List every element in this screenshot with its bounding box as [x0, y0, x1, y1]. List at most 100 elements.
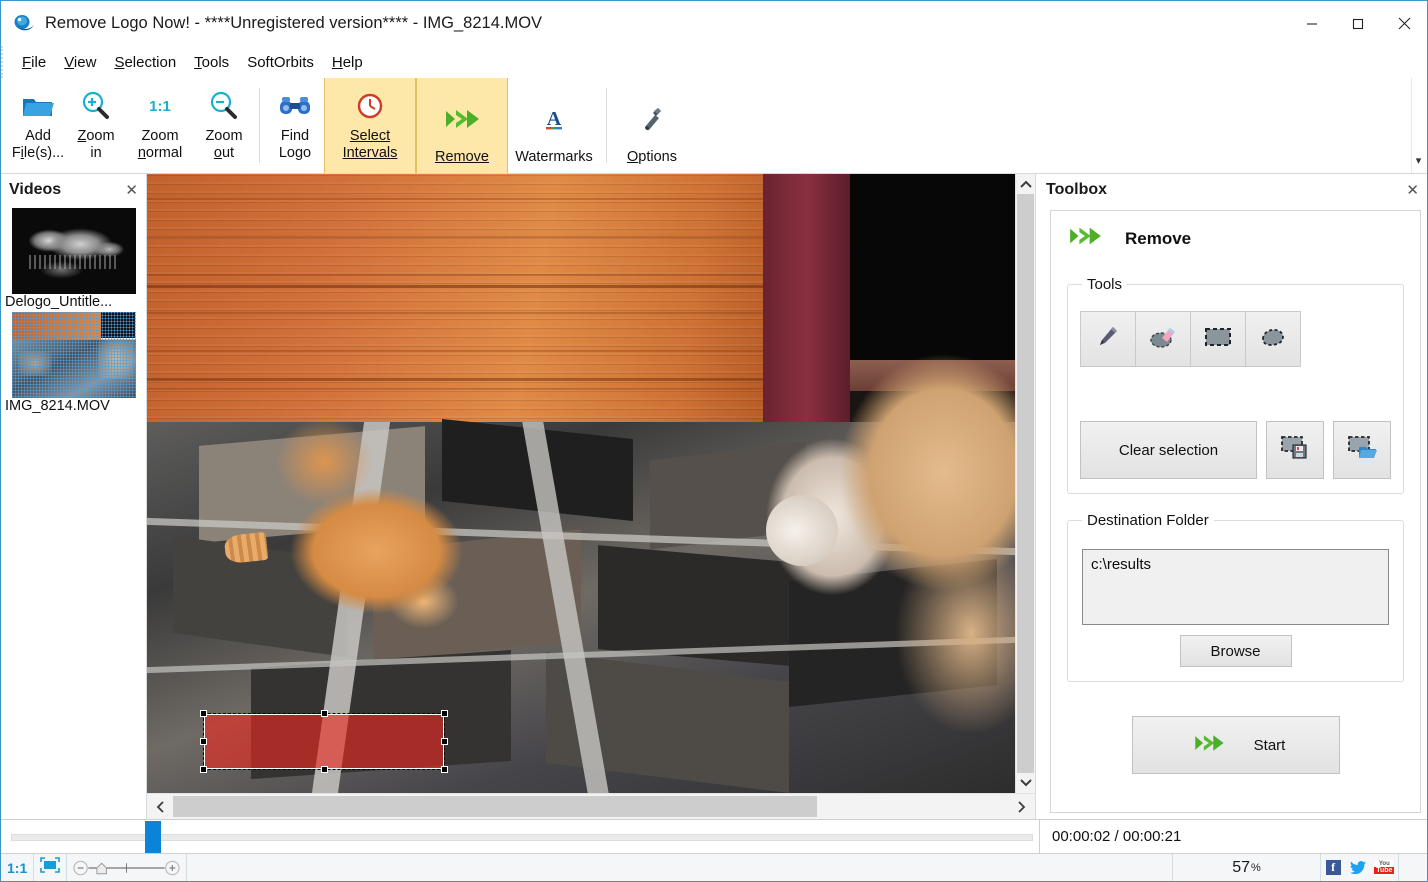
- tools-group-label: Tools: [1082, 276, 1127, 293]
- start-button-wrap: Start: [1067, 716, 1404, 774]
- vertical-scrollbar[interactable]: [1015, 174, 1035, 793]
- start-button-label: Start: [1254, 737, 1286, 754]
- zoom-normal-button[interactable]: 1:1 Zoomnormal: [125, 78, 195, 173]
- scroll-left-icon[interactable]: [147, 794, 173, 819]
- zoom-slider[interactable]: [67, 854, 187, 881]
- green-arrow-icon: [1067, 223, 1103, 254]
- zoom-percent-unit: %: [1251, 862, 1261, 874]
- remove-button[interactable]: Remove: [416, 78, 508, 173]
- select-intervals-button[interactable]: SelectIntervals: [324, 78, 416, 173]
- rectangle-select-tool-button[interactable]: [1190, 311, 1246, 367]
- zoom-percent-value: 57: [1232, 859, 1250, 877]
- find-logo-button[interactable]: FindLogo: [266, 78, 324, 173]
- twitter-icon[interactable]: [1350, 861, 1366, 875]
- horizontal-scroll-thumb[interactable]: [173, 796, 817, 817]
- minimize-button[interactable]: [1289, 1, 1335, 46]
- vertical-scroll-track[interactable]: [1016, 194, 1035, 773]
- main-toolbar: AddFile(s)... Zoomin 1:1 Zoomnormal: [1, 78, 1427, 174]
- timeline-bar: 00:00:02 / 00:00:21: [1, 819, 1427, 853]
- options-button[interactable]: Options: [613, 78, 691, 173]
- watermarks-label: Watermarks: [515, 149, 593, 166]
- horizontal-scroll-track[interactable]: [173, 794, 1009, 819]
- close-button[interactable]: [1381, 1, 1427, 46]
- title-bar: Remove Logo Now! - ****Unregistered vers…: [1, 1, 1427, 46]
- load-selection-button[interactable]: [1333, 421, 1391, 479]
- image-canvas[interactable]: [147, 174, 1015, 793]
- window-title: Remove Logo Now! - ****Unregistered vers…: [45, 14, 542, 33]
- timeline-track[interactable]: [11, 834, 1033, 841]
- videos-panel-close-icon[interactable]: ✕: [125, 181, 138, 199]
- toolbox-close-icon[interactable]: ✕: [1406, 181, 1419, 199]
- menu-file[interactable]: FFileile: [13, 51, 55, 74]
- zoom-in-label: Zoomin: [77, 128, 114, 162]
- toolbar-separator-2: [606, 88, 607, 163]
- videos-panel-title: Videos: [9, 181, 61, 199]
- toolbox-header: Toolbox ✕: [1036, 174, 1427, 206]
- video-thumbnail: [12, 312, 136, 398]
- browse-button[interactable]: Browse: [1180, 635, 1292, 667]
- green-arrow-icon: [1192, 731, 1226, 759]
- fit-to-window-icon: [40, 857, 60, 878]
- selection-rectangle[interactable]: [204, 714, 444, 770]
- start-button[interactable]: Start: [1132, 716, 1340, 774]
- window-controls: [1289, 1, 1427, 46]
- videos-panel: Videos ✕ Delogo_Untitle...: [1, 174, 147, 819]
- svg-text:A: A: [547, 108, 562, 130]
- youtube-icon[interactable]: YouTube: [1375, 860, 1393, 875]
- menu-help[interactable]: Help: [323, 51, 372, 74]
- list-item[interactable]: IMG_8214.MOV: [1, 312, 146, 414]
- marker-tool-button[interactable]: [1080, 311, 1136, 367]
- status-bar: 1:1 57%: [1, 853, 1427, 881]
- options-label: Options: [627, 149, 677, 166]
- add-files-button[interactable]: AddFile(s)...: [9, 78, 67, 173]
- app-logo-icon: [13, 13, 35, 35]
- fit-to-window-button[interactable]: [34, 854, 67, 881]
- clear-selection-button[interactable]: Clear selection: [1080, 421, 1257, 479]
- video-viewer: [147, 174, 1035, 819]
- timeline-handle[interactable]: [145, 821, 161, 853]
- videos-list: Delogo_Untitle... IMG_8214.MOV: [1, 206, 146, 819]
- save-selection-button[interactable]: [1266, 421, 1324, 479]
- save-selection-icon: [1280, 435, 1310, 465]
- add-files-label: AddFile(s)...: [12, 128, 64, 162]
- menu-softorbits[interactable]: SoftOrbits: [238, 51, 323, 74]
- toolbox-panel: Toolbox ✕ Remove Tools: [1035, 174, 1427, 819]
- horizontal-scrollbar[interactable]: [147, 793, 1035, 819]
- status-message-area: [187, 854, 1173, 881]
- video-thumbnail: [12, 208, 136, 294]
- destination-folder-group: Destination Folder c:\results Browse: [1067, 512, 1404, 682]
- scroll-up-icon[interactable]: [1016, 174, 1035, 194]
- open-folder-icon: [21, 86, 55, 126]
- facebook-icon[interactable]: f: [1326, 860, 1341, 875]
- timeline-slider[interactable]: [1, 820, 1039, 854]
- toolbox-mode-header: Remove: [1067, 223, 1404, 254]
- list-item[interactable]: Delogo_Untitle...: [1, 208, 146, 310]
- zoom-in-button[interactable]: Zoomin: [67, 78, 125, 173]
- video-name: IMG_8214.MOV: [1, 398, 146, 414]
- toolbox-title: Toolbox: [1046, 181, 1107, 199]
- vertical-scroll-thumb[interactable]: [1017, 194, 1034, 773]
- zoom-normal-icon: 1:1: [149, 86, 171, 126]
- status-resize-grip: [1399, 854, 1427, 881]
- toolbar-separator-1: [259, 88, 260, 163]
- menu-selection[interactable]: Selection: [105, 51, 185, 74]
- menu-view[interactable]: View: [55, 51, 105, 74]
- social-links: f YouTube: [1321, 854, 1399, 881]
- zoom-out-label: Zoomout: [205, 128, 242, 162]
- zoom-out-icon: [208, 86, 240, 126]
- load-selection-icon: [1347, 435, 1377, 465]
- lasso-select-tool-button[interactable]: [1245, 311, 1301, 367]
- watermarks-button[interactable]: A Watermarks: [508, 78, 600, 173]
- scroll-down-icon[interactable]: [1016, 773, 1035, 793]
- maximize-button[interactable]: [1335, 1, 1381, 46]
- menu-tools[interactable]: Tools: [185, 51, 238, 74]
- binoculars-icon: [279, 86, 311, 126]
- scroll-right-icon[interactable]: [1009, 794, 1035, 819]
- ratio-label: 1:1: [7, 860, 27, 876]
- zoom-out-button[interactable]: Zoomout: [195, 78, 253, 173]
- toolbar-overflow-button[interactable]: ▾: [1411, 78, 1425, 173]
- eraser-tool-button[interactable]: [1135, 311, 1191, 367]
- destination-folder-input[interactable]: c:\results: [1082, 549, 1389, 625]
- zoom-ratio-indicator[interactable]: 1:1: [1, 854, 34, 881]
- find-logo-label: FindLogo: [279, 128, 311, 162]
